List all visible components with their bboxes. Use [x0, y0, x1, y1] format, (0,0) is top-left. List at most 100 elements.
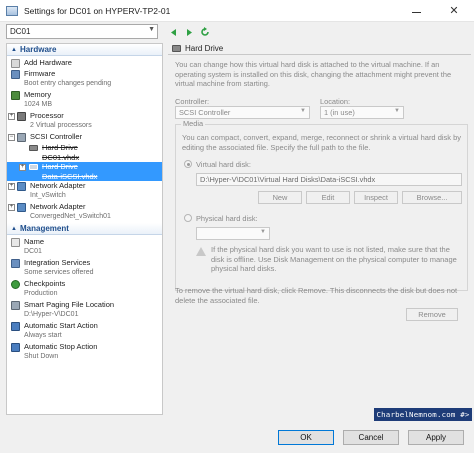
dialog-button-bar: OK Cancel Apply [0, 425, 474, 453]
tree-item-checkpoints[interactable]: Checkpoints Production [7, 279, 162, 298]
tree-item-name[interactable]: Name DC01 [7, 237, 162, 256]
tree-item-label: Integration Services [24, 258, 91, 267]
cancel-button[interactable]: Cancel [343, 430, 399, 445]
vm-selector-dropdown[interactable]: DC01 ▼ [6, 24, 158, 39]
section-header-hardware[interactable]: ▲ Hardware [7, 44, 162, 56]
window-title: Settings for DC01 on HYPERV-TP2-01 [24, 5, 171, 16]
collapse-icon[interactable]: ▲ [10, 225, 18, 233]
tree-item-subtext: Boot entry changes pending [24, 79, 112, 87]
panel-description: You can change how this virtual hard dis… [175, 60, 452, 88]
tree-item-label: Network Adapter [30, 202, 86, 211]
controller-dropdown[interactable]: SCSI Controller ▼ [175, 106, 310, 119]
section-header-management[interactable]: ▲ Management [7, 223, 162, 235]
auto-start-icon [11, 322, 20, 331]
back-arrow-icon[interactable] [168, 27, 178, 37]
tree-item-auto-stop[interactable]: Automatic Stop Action Shut Down [7, 342, 162, 361]
tree-item-add-hardware[interactable]: Add Hardware [7, 58, 162, 69]
browse-button[interactable]: Browse... [402, 191, 462, 204]
chevron-down-icon: ▼ [394, 108, 400, 114]
tree-item-auto-start[interactable]: Automatic Start Action Always start [7, 321, 162, 340]
tree-item-label: Network Adapter [30, 181, 86, 190]
panel-title: Hard Drive [185, 43, 224, 53]
settings-tree-pane: DC01 ▼ ▲ Hardware Add Hardware Firmware … [6, 24, 163, 419]
hard-drive-icon [172, 44, 181, 52]
scsi-controller-icon [17, 133, 26, 142]
memory-icon [11, 91, 20, 100]
controller-value: SCSI Controller [179, 108, 231, 117]
location-value: 1 (in use) [324, 108, 355, 117]
virtual-hard-disk-radio[interactable] [184, 160, 192, 168]
expand-icon[interactable]: + [8, 204, 15, 211]
tree-item-firmware[interactable]: Firmware Boot entry changes pending [7, 69, 162, 88]
tree-item-network-adapter-2[interactable]: + Network Adapter ConvergedNet_vSwitch01 [7, 202, 162, 221]
tree-item-scsi-controller[interactable]: − SCSI Controller [7, 132, 162, 143]
integration-services-icon [11, 259, 20, 268]
warning-icon [196, 247, 206, 256]
close-button[interactable]: ✕ [434, 0, 474, 21]
firmware-icon [11, 70, 20, 79]
tree-item-network-adapter-1[interactable]: + Network Adapter Int_vSwitch [7, 181, 162, 200]
chevron-down-icon: ▼ [300, 108, 306, 114]
tree-item-hard-drive-data-iscsi[interactable]: + Hard Drive Data-iSCSI.vhdx [7, 162, 162, 181]
network-adapter-icon [17, 182, 26, 191]
vhd-path-value: D:\Hyper-V\DC01\Virtual Hard Disks\Data-… [200, 175, 376, 184]
tree-item-integration-services[interactable]: Integration Services Some services offer… [7, 258, 162, 277]
tree-item-label: Hard Drive [42, 143, 78, 152]
section-label-hardware: Hardware [20, 45, 57, 54]
title-bar: Settings for DC01 on HYPERV-TP2-01 ✕ [0, 0, 474, 22]
tree-item-label: Processor [30, 111, 64, 120]
chevron-down-icon: ▼ [260, 229, 266, 235]
tree-item-memory[interactable]: Memory 1024 MB [7, 90, 162, 109]
tree-item-label: Smart Paging File Location [24, 300, 115, 309]
tree-item-label: Firmware [24, 69, 56, 78]
minimize-button[interactable] [412, 6, 422, 16]
expand-icon[interactable]: + [8, 183, 15, 190]
tree-item-subtext: Production [24, 289, 58, 297]
hard-drive-icon [29, 145, 38, 151]
tree-item-processor[interactable]: + Processor 2 Virtual processors [7, 111, 162, 130]
collapse-icon[interactable]: ▲ [10, 46, 18, 54]
tree-item-subtext: 2 Virtual processors [30, 121, 92, 129]
edit-button[interactable]: Edit [306, 191, 350, 204]
tree-item-hard-drive-dc01[interactable]: Hard Drive DC01.vhdx [7, 143, 162, 162]
remove-button[interactable]: Remove [406, 308, 458, 321]
ok-button[interactable]: OK [278, 430, 334, 445]
vhd-path-field[interactable]: D:\Hyper-V\DC01\Virtual Hard Disks\Data-… [196, 173, 462, 186]
collapse-tree-icon[interactable]: − [8, 134, 15, 141]
tree-item-label: Automatic Stop Action [24, 342, 98, 351]
settings-window-icon [6, 5, 18, 16]
settings-tree: ▲ Hardware Add Hardware Firmware Boot en… [6, 43, 163, 415]
add-hardware-icon [11, 59, 20, 68]
section-label-management: Management [20, 224, 69, 233]
tree-item-subtext: Shut Down [24, 352, 59, 360]
hard-drive-icon [29, 164, 38, 170]
panel-header: Hard Drive [168, 42, 471, 55]
tree-item-smart-paging[interactable]: Smart Paging File Location D:\Hyper-V\DC… [7, 300, 162, 319]
apply-button[interactable]: Apply [408, 430, 464, 445]
name-icon [11, 238, 20, 247]
tree-item-label: Hard Drive [42, 162, 78, 171]
tree-item-subtext: ConvergedNet_vSwitch01 [30, 212, 111, 220]
tree-item-label: Memory [24, 90, 52, 99]
physical-disk-dropdown[interactable]: ▼ [196, 227, 270, 240]
media-group: Media You can compact, convert, expand, … [175, 119, 468, 291]
location-dropdown[interactable]: 1 (in use) ▼ [320, 106, 404, 119]
physical-hard-disk-radio[interactable] [184, 214, 192, 222]
tree-item-subtext: DC01.vhdx [42, 152, 80, 162]
expand-icon[interactable]: + [8, 113, 15, 120]
tree-item-subtext: Data-iSCSI.vhdx [42, 171, 98, 181]
tree-item-label: Checkpoints [24, 279, 66, 288]
virtual-hard-disk-label: Virtual hard disk: [196, 160, 251, 169]
processor-icon [17, 112, 26, 121]
refresh-icon[interactable] [200, 27, 210, 37]
tree-item-subtext: Always start [24, 331, 62, 339]
expand-icon[interactable]: + [19, 164, 26, 171]
remove-description: To remove the virtual hard disk, click R… [175, 286, 458, 305]
tree-item-subtext: 1024 MB [24, 100, 53, 108]
network-adapter-icon [17, 203, 26, 212]
new-button[interactable]: New [258, 191, 302, 204]
inspect-button[interactable]: Inspect [354, 191, 398, 204]
controller-label: Controller: [175, 97, 210, 106]
chevron-down-icon: ▼ [148, 26, 155, 33]
forward-arrow-icon[interactable] [184, 27, 194, 37]
